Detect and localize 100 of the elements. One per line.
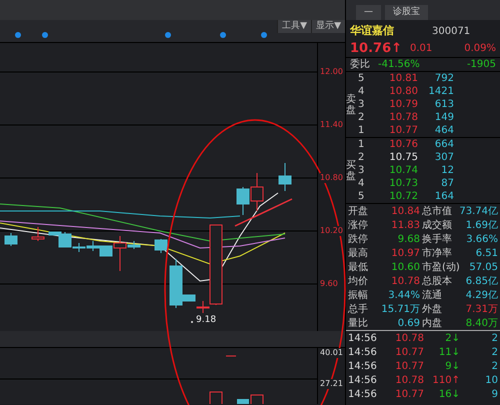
trade-volume: 110↑: [432, 374, 460, 388]
stat-label: 振幅: [348, 288, 369, 302]
stat-value: 0.69: [396, 316, 420, 330]
price-axis-label: 10.80: [320, 173, 343, 183]
stat-value: 10.78: [390, 274, 420, 288]
trade-volume: 2↓: [444, 332, 460, 346]
order-price: 10.76: [388, 138, 418, 152]
level-number: 4: [358, 85, 366, 99]
candlestick: [236, 186, 250, 216]
stat-value: 8.40万: [464, 316, 498, 330]
level-number: 4: [358, 177, 366, 191]
order-volume: 792: [434, 72, 454, 86]
book-side-label: 卖盘: [346, 94, 357, 116]
candlestick: [278, 162, 292, 192]
order-volume: 664: [434, 138, 454, 152]
order-price: 10.72: [388, 190, 418, 204]
volume-axis-label: 27.21: [320, 379, 343, 389]
order-ratio-diff: -1905: [466, 58, 496, 72]
stat-label: 内盘: [421, 316, 443, 330]
stat-value: 11.83: [390, 218, 420, 232]
trade-price: 10.77: [394, 388, 424, 402]
order-price: 10.79: [388, 98, 418, 112]
stat-label: 总手: [348, 302, 369, 316]
order-price: 10.75: [388, 151, 418, 165]
order-ratio-label: 委比: [350, 58, 371, 72]
trade-time: 14:56: [348, 332, 378, 346]
stat-label: 开盘: [348, 204, 369, 218]
trade-time: 14:56: [348, 360, 378, 374]
order-volume: 613: [434, 98, 454, 112]
trade-price: 10.77: [394, 360, 424, 374]
order-price: 10.78: [388, 111, 418, 125]
action-button[interactable]: 诊股宝: [385, 5, 428, 20]
order-price: 10.80: [388, 85, 418, 99]
stat-label: 流通: [421, 288, 443, 302]
stat-value: 73.74亿: [458, 204, 498, 218]
trade-count: 2: [490, 346, 498, 360]
stat-value: 3.44%: [387, 288, 420, 302]
trade-count: 2: [490, 332, 498, 346]
stat-value: 3.66%: [465, 232, 498, 246]
candlestick: [154, 238, 168, 254]
level-number: 5: [358, 190, 366, 204]
level-number: 3: [358, 98, 366, 112]
stat-value: 10.60: [390, 260, 420, 274]
stat-value: 4.29亿: [464, 288, 498, 302]
stat-label: 量比: [348, 316, 369, 330]
stat-label: 均价: [348, 274, 369, 288]
stock-code: 300071: [432, 25, 470, 39]
trend-line: [234, 198, 292, 227]
order-volume: 464: [434, 124, 454, 138]
order-price: 10.73: [388, 177, 418, 191]
volume-axis-label: 40.01: [320, 348, 343, 358]
stock-name: 华谊嘉信: [350, 23, 395, 40]
menu-dropdown[interactable]: 工具▼: [277, 20, 312, 33]
order-volume: 87: [440, 177, 454, 191]
level-number: 5: [358, 72, 366, 86]
trade-time: 14:56: [348, 374, 378, 388]
order-price: 10.74: [388, 164, 418, 178]
order-volume: 1421: [428, 85, 454, 99]
order-volume: 164: [434, 190, 454, 204]
stat-label: 成交额: [421, 218, 453, 232]
candlestick: [250, 172, 264, 212]
stat-label: 最低: [348, 260, 369, 274]
stat-label: 总市值: [421, 204, 453, 218]
menu-dropdown[interactable]: 显示▼: [311, 20, 345, 33]
stat-label: 市盈(动): [421, 260, 458, 274]
level-number: 3: [358, 164, 366, 178]
order-volume: 12: [440, 164, 454, 178]
stat-label: 外盘: [421, 302, 443, 316]
stat-value: 57.05: [468, 260, 498, 274]
trade-count: 2: [490, 360, 498, 374]
order-ratio-percent: -41.56%: [378, 58, 421, 72]
trade-price: 10.77: [394, 346, 424, 360]
order-price: 10.81: [388, 72, 418, 86]
stat-label: 市净率: [421, 246, 453, 260]
stat-value: 10.84: [390, 204, 420, 218]
trade-price: 10.78: [394, 332, 424, 346]
candlestick: [32, 226, 44, 242]
order-price: 10.77: [388, 124, 418, 138]
stat-value: 1.69亿: [464, 218, 498, 232]
current-price: 10.76↑: [350, 40, 404, 58]
trade-time: 14:56: [348, 346, 378, 360]
order-volume: 149: [434, 111, 454, 125]
price-change: 0.01: [410, 42, 434, 56]
stat-value: 6.51: [474, 246, 498, 260]
trade-count: 9: [490, 388, 498, 402]
stat-value: 10.97: [390, 246, 420, 260]
stat-value: 7.31万: [464, 302, 498, 316]
candlestick: [86, 240, 100, 252]
trade-volume: 16↓: [438, 388, 460, 402]
trade-price: 10.78: [394, 374, 424, 388]
order-volume: 307: [434, 151, 454, 165]
stat-value: 15.71万: [380, 302, 420, 316]
low-price-label: 9.18: [196, 315, 216, 326]
price-axis-label: 12.00: [320, 67, 343, 77]
trade-volume: 11↓: [438, 346, 460, 360]
stat-label: 换手率: [421, 232, 453, 246]
action-button[interactable]: —: [356, 5, 381, 20]
stat-label: 涨停: [348, 218, 369, 232]
stat-label: 跌停: [348, 232, 369, 246]
price-axis-label: 11.40: [320, 120, 343, 130]
